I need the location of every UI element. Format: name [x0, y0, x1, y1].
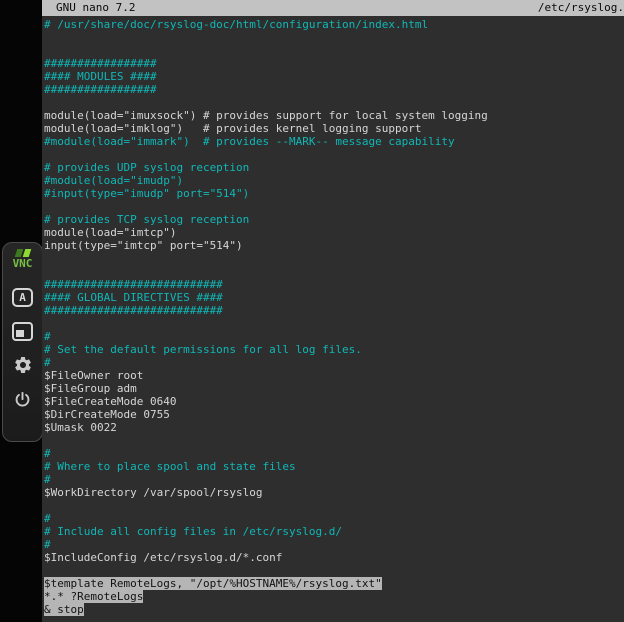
nano-titlebar: GNU nano 7.2 /etc/rsyslog. [42, 0, 624, 16]
terminal-line [44, 96, 624, 109]
terminal-line: #module(load="imudp") [44, 174, 624, 187]
fullscreen-button[interactable] [10, 319, 36, 343]
terminal-line [44, 434, 624, 447]
terminal-line: module(load="imklog") # provides kernel … [44, 122, 624, 135]
terminal-line: # [44, 538, 624, 551]
terminal-line: *.* ?RemoteLogs [44, 590, 624, 603]
terminal-line: # [44, 447, 624, 460]
terminal-line: module(load="imtcp") [44, 226, 624, 239]
terminal-line: ################# [44, 57, 624, 70]
terminal-line: $DirCreateMode 0755 [44, 408, 624, 421]
novnc-control-bar: VNC A [2, 242, 43, 442]
terminal-line: #input(type="imudp" port="514") [44, 187, 624, 200]
gear-icon [13, 355, 33, 375]
terminal-line [44, 265, 624, 278]
terminal-line: $Umask 0022 [44, 421, 624, 434]
terminal-line: $WorkDirectory /var/spool/rsyslog [44, 486, 624, 499]
nano-editor: GNU nano 7.2 /etc/rsyslog. # /usr/share/… [42, 0, 624, 622]
extra-keys-button[interactable]: A [10, 285, 36, 309]
terminal-line: ########################### [44, 278, 624, 291]
terminal-line: # /usr/share/doc/rsyslog-doc/html/config… [44, 18, 624, 31]
novnc-logo: VNC [13, 249, 33, 275]
terminal-line: $FileGroup adm [44, 382, 624, 395]
screen: VNC A ◄ [0, 0, 624, 622]
terminal-line: # Set the default permissions for all lo… [44, 343, 624, 356]
terminal-line: $FileCreateMode 0640 [44, 395, 624, 408]
terminal-line [44, 499, 624, 512]
terminal-line [44, 44, 624, 57]
terminal-line: # provides UDP syslog reception [44, 161, 624, 174]
settings-button[interactable] [10, 353, 36, 377]
fullscreen-icon-inner [16, 330, 24, 337]
desktop-left-strip: VNC A ◄ [0, 0, 42, 622]
terminal-line: #module(load="immark") # provides --MARK… [44, 135, 624, 148]
logo-mark-dark [14, 249, 23, 257]
terminal-body[interactable]: # /usr/share/doc/rsyslog-doc/html/config… [42, 16, 624, 616]
terminal-line: # [44, 356, 624, 369]
terminal-line [44, 200, 624, 213]
terminal-line: # [44, 330, 624, 343]
terminal-line [44, 148, 624, 161]
novnc-logo-text: VNC [13, 258, 33, 270]
terminal-line [44, 252, 624, 265]
fullscreen-icon [12, 322, 33, 341]
terminal-line: $FileOwner root [44, 369, 624, 382]
power-button[interactable] [10, 387, 36, 411]
terminal-line: ########################### [44, 304, 624, 317]
logo-mark-light [22, 249, 31, 257]
terminal-line: input(type="imtcp" port="514") [44, 239, 624, 252]
terminal-line: $template RemoteLogs, "/opt/%HOSTNAME%/r… [44, 577, 624, 590]
nano-version: GNU nano 7.2 [56, 0, 135, 16]
terminal-line: & stop [44, 603, 624, 616]
terminal-line: #### MODULES #### [44, 70, 624, 83]
novnc-logo-marks [16, 249, 30, 257]
terminal-line: # [44, 512, 624, 525]
terminal-line [44, 564, 624, 577]
terminal-line: # provides TCP syslog reception [44, 213, 624, 226]
terminal-line [44, 317, 624, 330]
terminal-line [44, 31, 624, 44]
nano-filename: /etc/rsyslog. [538, 0, 624, 16]
terminal-line: # Where to place spool and state files [44, 460, 624, 473]
terminal-line: #### GLOBAL DIRECTIVES #### [44, 291, 624, 304]
terminal-line: $IncludeConfig /etc/rsyslog.d/*.conf [44, 551, 624, 564]
terminal-line: module(load="imuxsock") # provides suppo… [44, 109, 624, 122]
power-icon [13, 390, 32, 409]
terminal-line: ################# [44, 83, 624, 96]
terminal-line: # [44, 473, 624, 486]
terminal-line: # Include all config files in /etc/rsysl… [44, 525, 624, 538]
a-key-icon: A [12, 288, 33, 307]
